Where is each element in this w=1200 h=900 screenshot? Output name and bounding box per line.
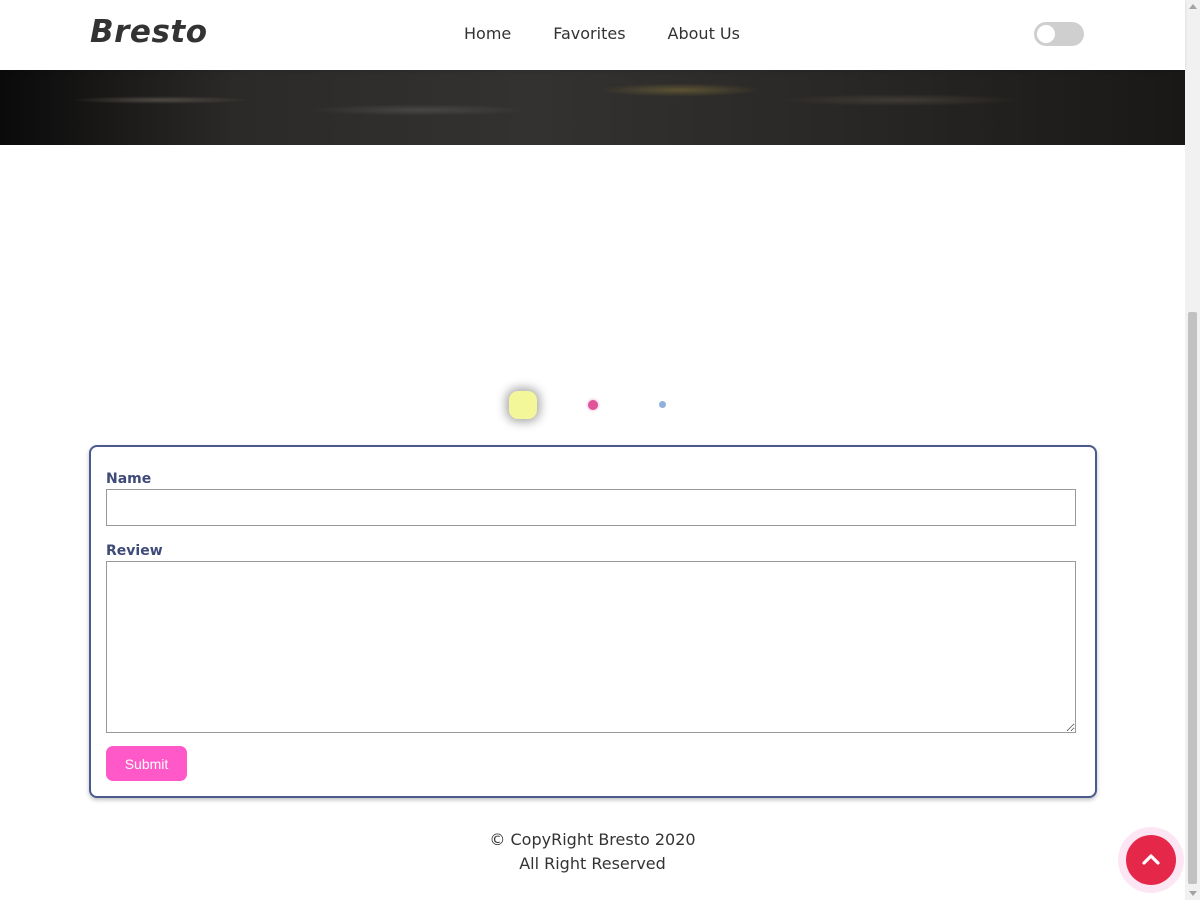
toggle-knob [1037, 25, 1055, 43]
site-header: Bresto Home Favorites About Us [0, 0, 1185, 70]
name-label: Name [106, 471, 152, 487]
scroll-down-arrow-icon[interactable] [1189, 891, 1197, 896]
submit-button[interactable]: Submit [106, 746, 187, 781]
main-nav: Home Favorites About Us [464, 24, 782, 43]
rights-text: All Right Reserved [519, 854, 666, 873]
carousel-indicator[interactable] [588, 400, 598, 410]
chevron-up-icon [1142, 854, 1160, 865]
nav-about-us[interactable]: About Us [668, 24, 740, 43]
carousel-indicator-active[interactable] [509, 391, 537, 419]
site-logo[interactable]: Bresto [90, 14, 208, 50]
scroll-up-arrow-icon[interactable] [1189, 4, 1197, 9]
theme-toggle[interactable] [1034, 22, 1084, 46]
page-scrollbar[interactable] [1185, 0, 1200, 900]
back-to-top-button[interactable] [1126, 835, 1176, 885]
review-label: Review [106, 543, 163, 559]
carousel-indicator[interactable] [659, 401, 666, 408]
name-field[interactable] [106, 489, 1076, 526]
review-form: Name Review Submit [89, 445, 1097, 798]
nav-home[interactable]: Home [464, 24, 511, 43]
nav-favorites[interactable]: Favorites [553, 24, 625, 43]
review-textarea[interactable] [106, 561, 1076, 733]
scrollbar-thumb[interactable] [1188, 312, 1197, 884]
copyright-text: © CopyRight Bresto 2020 [489, 830, 696, 849]
site-footer: © CopyRight Bresto 2020 All Right Reserv… [0, 828, 1185, 876]
hero-image [0, 70, 1185, 145]
